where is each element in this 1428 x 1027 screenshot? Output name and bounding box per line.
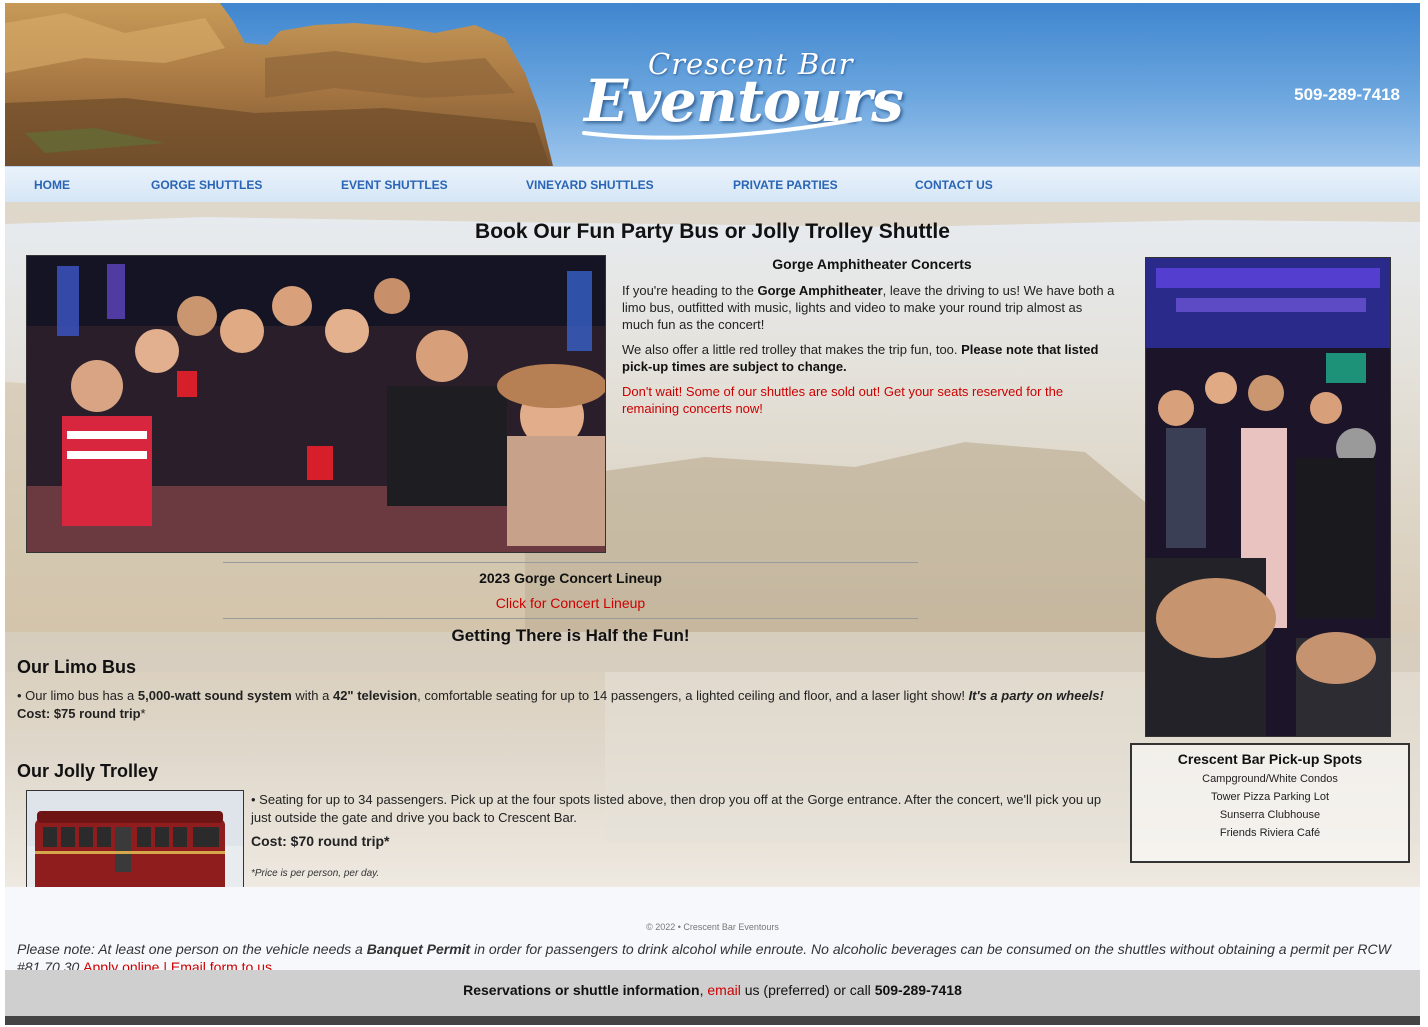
party-bus-photo bbox=[26, 255, 606, 553]
pickup-item: Campground/White Condos bbox=[1202, 773, 1338, 785]
nav-vineyard-shuttles[interactable]: VINEYARD SHUTTLES bbox=[526, 178, 654, 192]
res-label: Reservations or shuttle information bbox=[463, 982, 700, 998]
concerts-paragraph-3: Don't wait! Some of our shuttles are sol… bbox=[622, 384, 1064, 416]
site-logo[interactable]: Crescent Bar Eventours bbox=[580, 41, 904, 146]
res-email-link[interactable]: email bbox=[707, 982, 740, 998]
header-phone[interactable]: 509-289-7418 bbox=[1294, 85, 1400, 105]
main-nav: HOME GORGE SHUTTLES EVENT SHUTTLES VINEY… bbox=[5, 166, 1420, 203]
lineup-heading: 2023 Gorge Concert Lineup bbox=[479, 570, 662, 586]
banquet-permit-text: Banquet Permit bbox=[366, 941, 471, 957]
limo-interior-photo bbox=[1145, 257, 1391, 737]
page: Crescent Bar Eventours 509-289-7418 HOME… bbox=[5, 3, 1420, 1025]
divider bbox=[223, 562, 918, 563]
reservation-info: Reservations or shuttle information, ema… bbox=[5, 982, 1420, 998]
limo-text-5: , comfortable seating for up to 14 passe… bbox=[417, 688, 969, 703]
half-fun-heading: Getting There is Half the Fun! bbox=[451, 626, 690, 645]
res-text-c: us (preferred) or call bbox=[740, 982, 875, 998]
limo-asterisk: * bbox=[140, 706, 146, 721]
limo-party-tagline: It's a party on wheels! bbox=[968, 688, 1104, 703]
page-title: Book Our Fun Party Bus or Jolly Trolley … bbox=[475, 220, 950, 243]
p2-text-a: We also offer a little red trolley that … bbox=[622, 342, 962, 357]
res-phone[interactable]: 509-289-7418 bbox=[875, 982, 962, 998]
nav-event-shuttles[interactable]: EVENT SHUTTLES bbox=[341, 178, 448, 192]
copyright: © 2022 • Crescent Bar Eventours bbox=[646, 922, 779, 932]
concerts-paragraph-1: If you're heading to the Gorge Amphithea… bbox=[622, 282, 1117, 333]
divider bbox=[223, 618, 918, 619]
concerts-heading: Gorge Amphitheater Concerts bbox=[772, 256, 972, 272]
limo-sound-system: 5,000-watt sound system bbox=[137, 688, 292, 703]
nav-gorge-shuttles[interactable]: GORGE SHUTTLES bbox=[151, 178, 262, 192]
trolley-description: • Seating for up to 34 passengers. Pick … bbox=[251, 792, 1102, 825]
concert-lineup-link[interactable]: Click for Concert Lineup bbox=[223, 595, 918, 611]
pickup-title: Crescent Bar Pick-up Spots bbox=[1177, 751, 1363, 767]
nav-private-parties[interactable]: PRIVATE PARTIES bbox=[733, 178, 838, 192]
p1-text-a: If you're heading to the bbox=[622, 283, 758, 298]
limo-description: • Our limo bus has a 5,000-watt sound sy… bbox=[17, 687, 1117, 723]
trolley-heading: Our Jolly Trolley bbox=[17, 761, 159, 781]
header-cliff-image bbox=[5, 3, 553, 166]
pickup-item: Sunserra Clubhouse bbox=[1219, 809, 1321, 821]
logo-swoosh-icon bbox=[582, 117, 862, 140]
p1-text-bold: Gorge Amphitheater bbox=[757, 283, 883, 298]
pickup-item: Friends Riviera Café bbox=[1219, 827, 1321, 839]
pickup-spots-box: Crescent Bar Pick-up Spots Campground/Wh… bbox=[1130, 743, 1410, 863]
limo-cost: Cost: $75 round trip bbox=[17, 706, 141, 721]
note-text-a: Please note: At least one person on the … bbox=[17, 941, 367, 957]
limo-text-1: • Our limo bus has a bbox=[17, 688, 138, 703]
limo-heading: Our Limo Bus bbox=[17, 657, 137, 677]
limo-television: 42" television bbox=[332, 688, 418, 703]
nav-contact-us[interactable]: CONTACT US bbox=[915, 178, 993, 192]
pickup-item: Tower Pizza Parking Lot bbox=[1211, 791, 1329, 803]
concerts-paragraph-2: We also offer a little red trolley that … bbox=[622, 341, 1117, 375]
price-note: *Price is per person, per day. bbox=[251, 868, 380, 879]
trolley-cost: Cost: $70 round trip* bbox=[251, 833, 390, 849]
bottom-bar bbox=[5, 1016, 1420, 1025]
site-header: Crescent Bar Eventours 509-289-7418 bbox=[5, 3, 1420, 166]
limo-text-3: with a bbox=[291, 688, 333, 703]
nav-home[interactable]: HOME bbox=[34, 178, 70, 192]
